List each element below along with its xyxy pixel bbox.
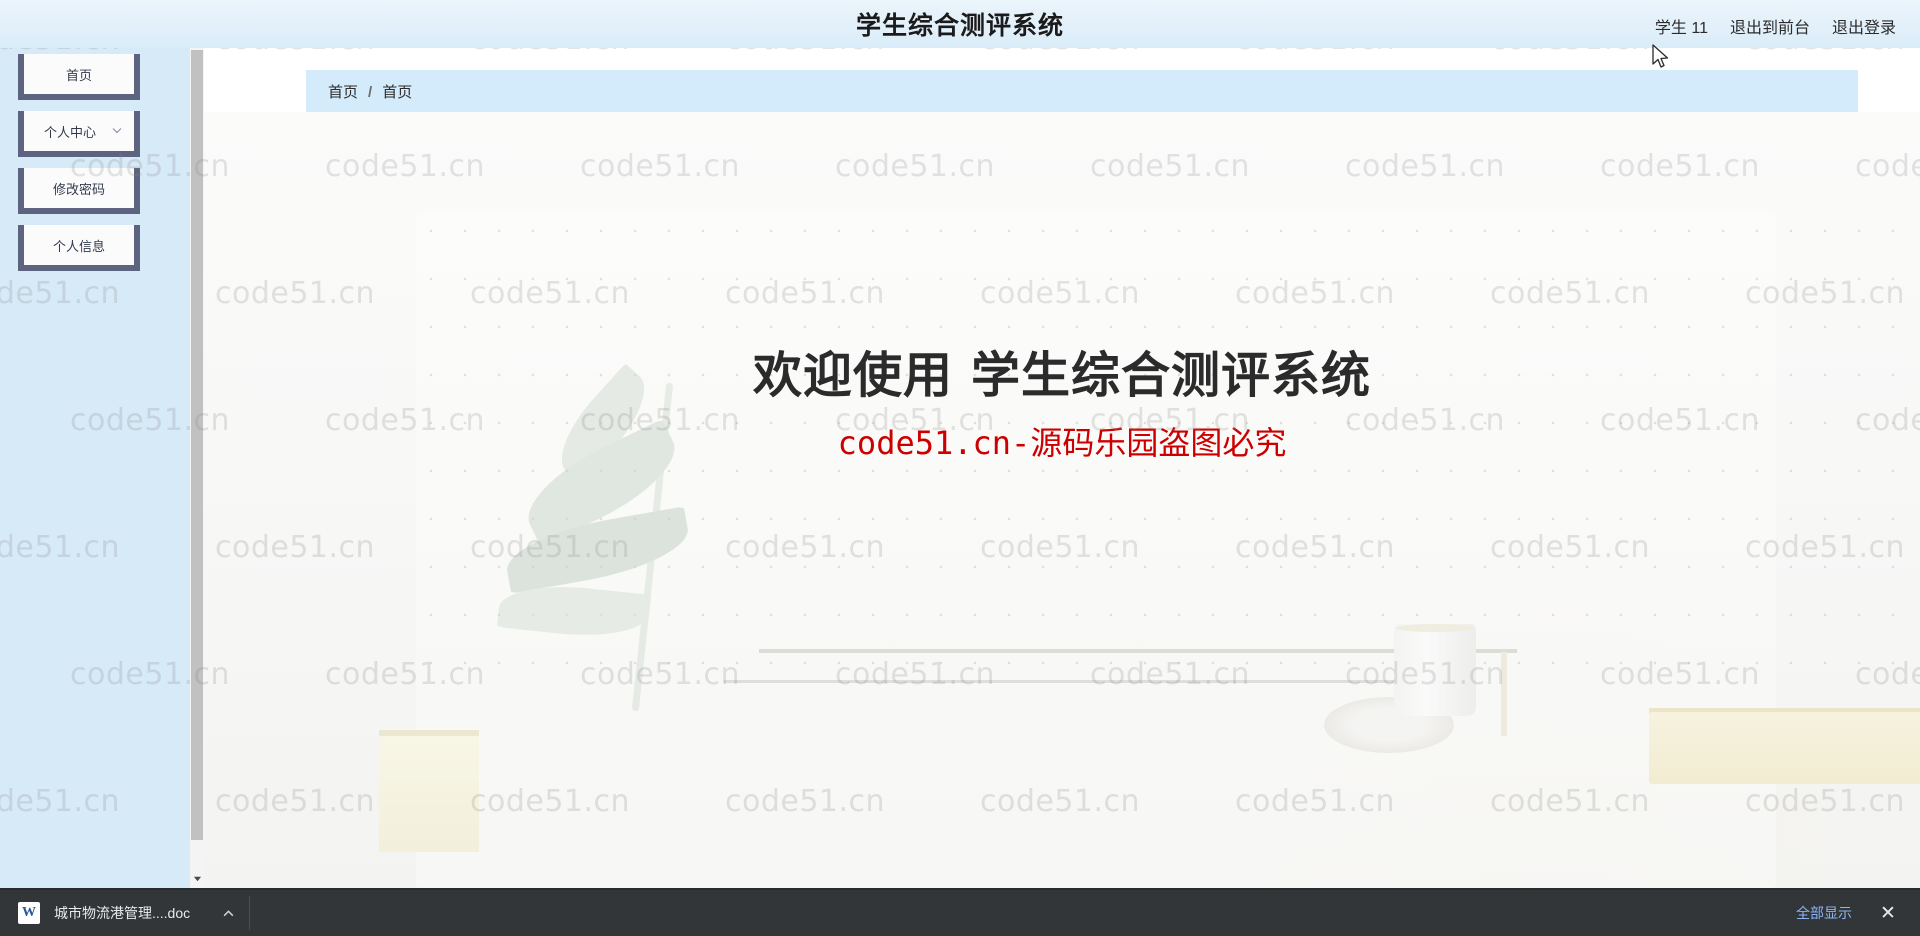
breadcrumb-separator: / xyxy=(368,83,373,101)
desk-shelf-end xyxy=(1501,652,1507,736)
sidebar-item-personal-info[interactable]: 个人信息 xyxy=(18,225,140,271)
chevron-up-icon[interactable] xyxy=(222,907,235,920)
breadcrumb-current: 首页 xyxy=(382,83,413,101)
app-body: 首页 个人中心 修改密码 个人信息 首页 / 首页 欢迎使用 学生综合测评系统 … xyxy=(0,48,1920,888)
welcome-block: 欢迎使用 学生综合测评系统 code51.cn-源码乐园盗图必究 xyxy=(204,347,1920,464)
download-item[interactable]: W 城市物流港管理....doc xyxy=(0,889,235,936)
scroll-down-arrow-icon[interactable] xyxy=(190,870,204,886)
red-watermark-text: code51.cn-源码乐园盗图必究 xyxy=(837,424,1287,463)
welcome-title: 欢迎使用 学生综合测评系统 xyxy=(752,347,1372,404)
breadcrumb-bar: 首页 / 首页 xyxy=(306,70,1858,112)
header-actions: 学生 11 退出到前台 退出登录 xyxy=(1655,14,1896,38)
desk-shelf-line-2 xyxy=(724,680,1444,683)
breadcrumb-root-link[interactable]: 首页 xyxy=(328,84,358,101)
word-doc-icon: W xyxy=(18,902,40,924)
close-icon[interactable]: ✕ xyxy=(1878,904,1898,923)
download-bar: W 城市物流港管理....doc 全部显示 ✕ xyxy=(0,888,1920,936)
logout-link[interactable]: 退出登录 xyxy=(1832,14,1896,38)
breadcrumb: 首页 / 首页 xyxy=(328,81,412,102)
show-all-downloads-link[interactable]: 全部显示 xyxy=(1796,903,1852,923)
sidebar-menu: 首页 个人中心 修改密码 个人信息 xyxy=(18,54,140,282)
sidebar-item-label: 首页 xyxy=(65,67,92,83)
cup-illustration xyxy=(1394,624,1476,716)
cup-rim xyxy=(1396,624,1474,632)
download-bar-divider xyxy=(249,896,251,930)
sidebar-item-label: 个人中心 xyxy=(44,124,97,140)
small-box xyxy=(379,736,479,852)
sidebar-item-change-password[interactable]: 修改密码 xyxy=(18,168,140,214)
sidebar-item-home[interactable]: 首页 xyxy=(18,54,140,100)
main-content: 首页 / 首页 欢迎使用 学生综合测评系统 code51.cn-源码乐园盗图必究 xyxy=(204,48,1920,888)
app-header: 学生综合测评系统 学生 11 退出到前台 退出登录 xyxy=(0,0,1920,48)
sidebar-item-personal-center[interactable]: 个人中心 xyxy=(18,111,140,157)
sidebar: 首页 个人中心 修改密码 个人信息 xyxy=(0,48,200,888)
sidebar-item-label: 修改密码 xyxy=(52,181,105,197)
current-user-label: 学生 11 xyxy=(1654,20,1708,37)
download-bar-actions: 全部显示 ✕ xyxy=(1796,903,1920,923)
chevron-down-icon xyxy=(112,126,122,136)
download-file-name: 城市物流港管理....doc xyxy=(54,905,191,921)
exit-to-frontend-link[interactable]: 退出到前台 xyxy=(1730,14,1810,38)
yellow-box xyxy=(1649,712,1920,784)
sidebar-item-label: 个人信息 xyxy=(52,238,105,254)
sidebar-scrollbar-thumb[interactable] xyxy=(191,50,203,840)
hero-background-image xyxy=(204,112,1920,888)
page-title: 学生综合测评系统 xyxy=(855,12,1064,40)
